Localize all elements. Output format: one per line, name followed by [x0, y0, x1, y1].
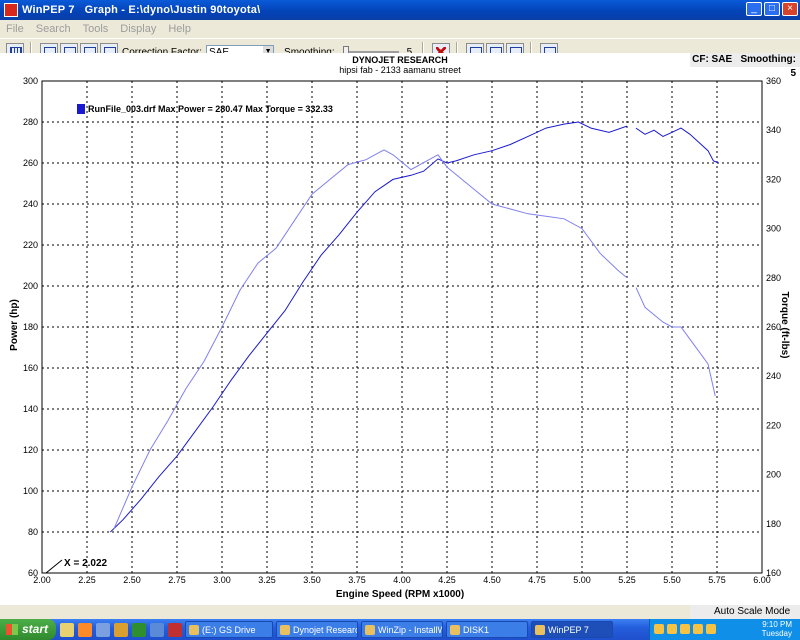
task-dynojet[interactable]: Dynojet Researc...: [276, 621, 358, 638]
word-icon[interactable]: [150, 622, 164, 637]
window-title: Graph - E:\dyno\Justin 90toyota\: [84, 4, 261, 16]
chart-subtitle: hipsi fab - 2133 aamanu street: [339, 65, 461, 75]
clock-time: 9:10 PM: [762, 620, 792, 629]
close-button[interactable]: ×: [782, 2, 798, 16]
taskbar: start (E:) GS Drive Dynojet Researc... W…: [0, 619, 800, 640]
tray-icon[interactable]: [680, 624, 690, 634]
minimize-button[interactable]: _: [746, 2, 762, 16]
menu-help[interactable]: Help: [162, 23, 197, 35]
menu-tools[interactable]: Tools: [77, 23, 115, 35]
app-icon: [4, 3, 18, 17]
clock-day: Tuesday: [761, 629, 792, 638]
excel-icon[interactable]: [132, 622, 146, 637]
menu-bar: File Search Tools Display Help: [0, 20, 800, 38]
graph-area: [0, 53, 800, 605]
folder-icon[interactable]: [60, 622, 74, 637]
task-disk1[interactable]: DISK1: [446, 621, 528, 638]
menu-display[interactable]: Display: [114, 23, 162, 35]
chart-title: DYNOJET RESEARCH: [352, 55, 448, 65]
auto-scale-status: Auto Scale Mode: [690, 605, 800, 619]
maximize-button[interactable]: □: [764, 2, 780, 16]
task-gs-drive[interactable]: (E:) GS Drive: [185, 621, 273, 638]
tray-icon[interactable]: [693, 624, 703, 634]
firefox-icon[interactable]: [78, 622, 92, 637]
title-bar: WinPEP 7 Graph - E:\dyno\Justin 90toyota…: [0, 0, 800, 20]
app-name: WinPEP 7: [22, 4, 75, 16]
tray-icon[interactable]: [706, 624, 716, 634]
ie-icon[interactable]: [96, 622, 110, 637]
tray-icon[interactable]: [654, 624, 664, 634]
system-tray: 9:10 PM Tuesday: [649, 619, 800, 640]
task-winzip[interactable]: WinZip - InstallW...: [361, 621, 443, 638]
menu-file[interactable]: File: [0, 23, 30, 35]
app-quicklaunch-icon[interactable]: [168, 622, 182, 637]
outlook-icon[interactable]: [114, 622, 128, 637]
menu-search[interactable]: Search: [30, 23, 77, 35]
task-winpep[interactable]: WinPEP 7: [531, 621, 613, 638]
start-button[interactable]: start: [0, 619, 56, 640]
tray-icon[interactable]: [667, 624, 677, 634]
